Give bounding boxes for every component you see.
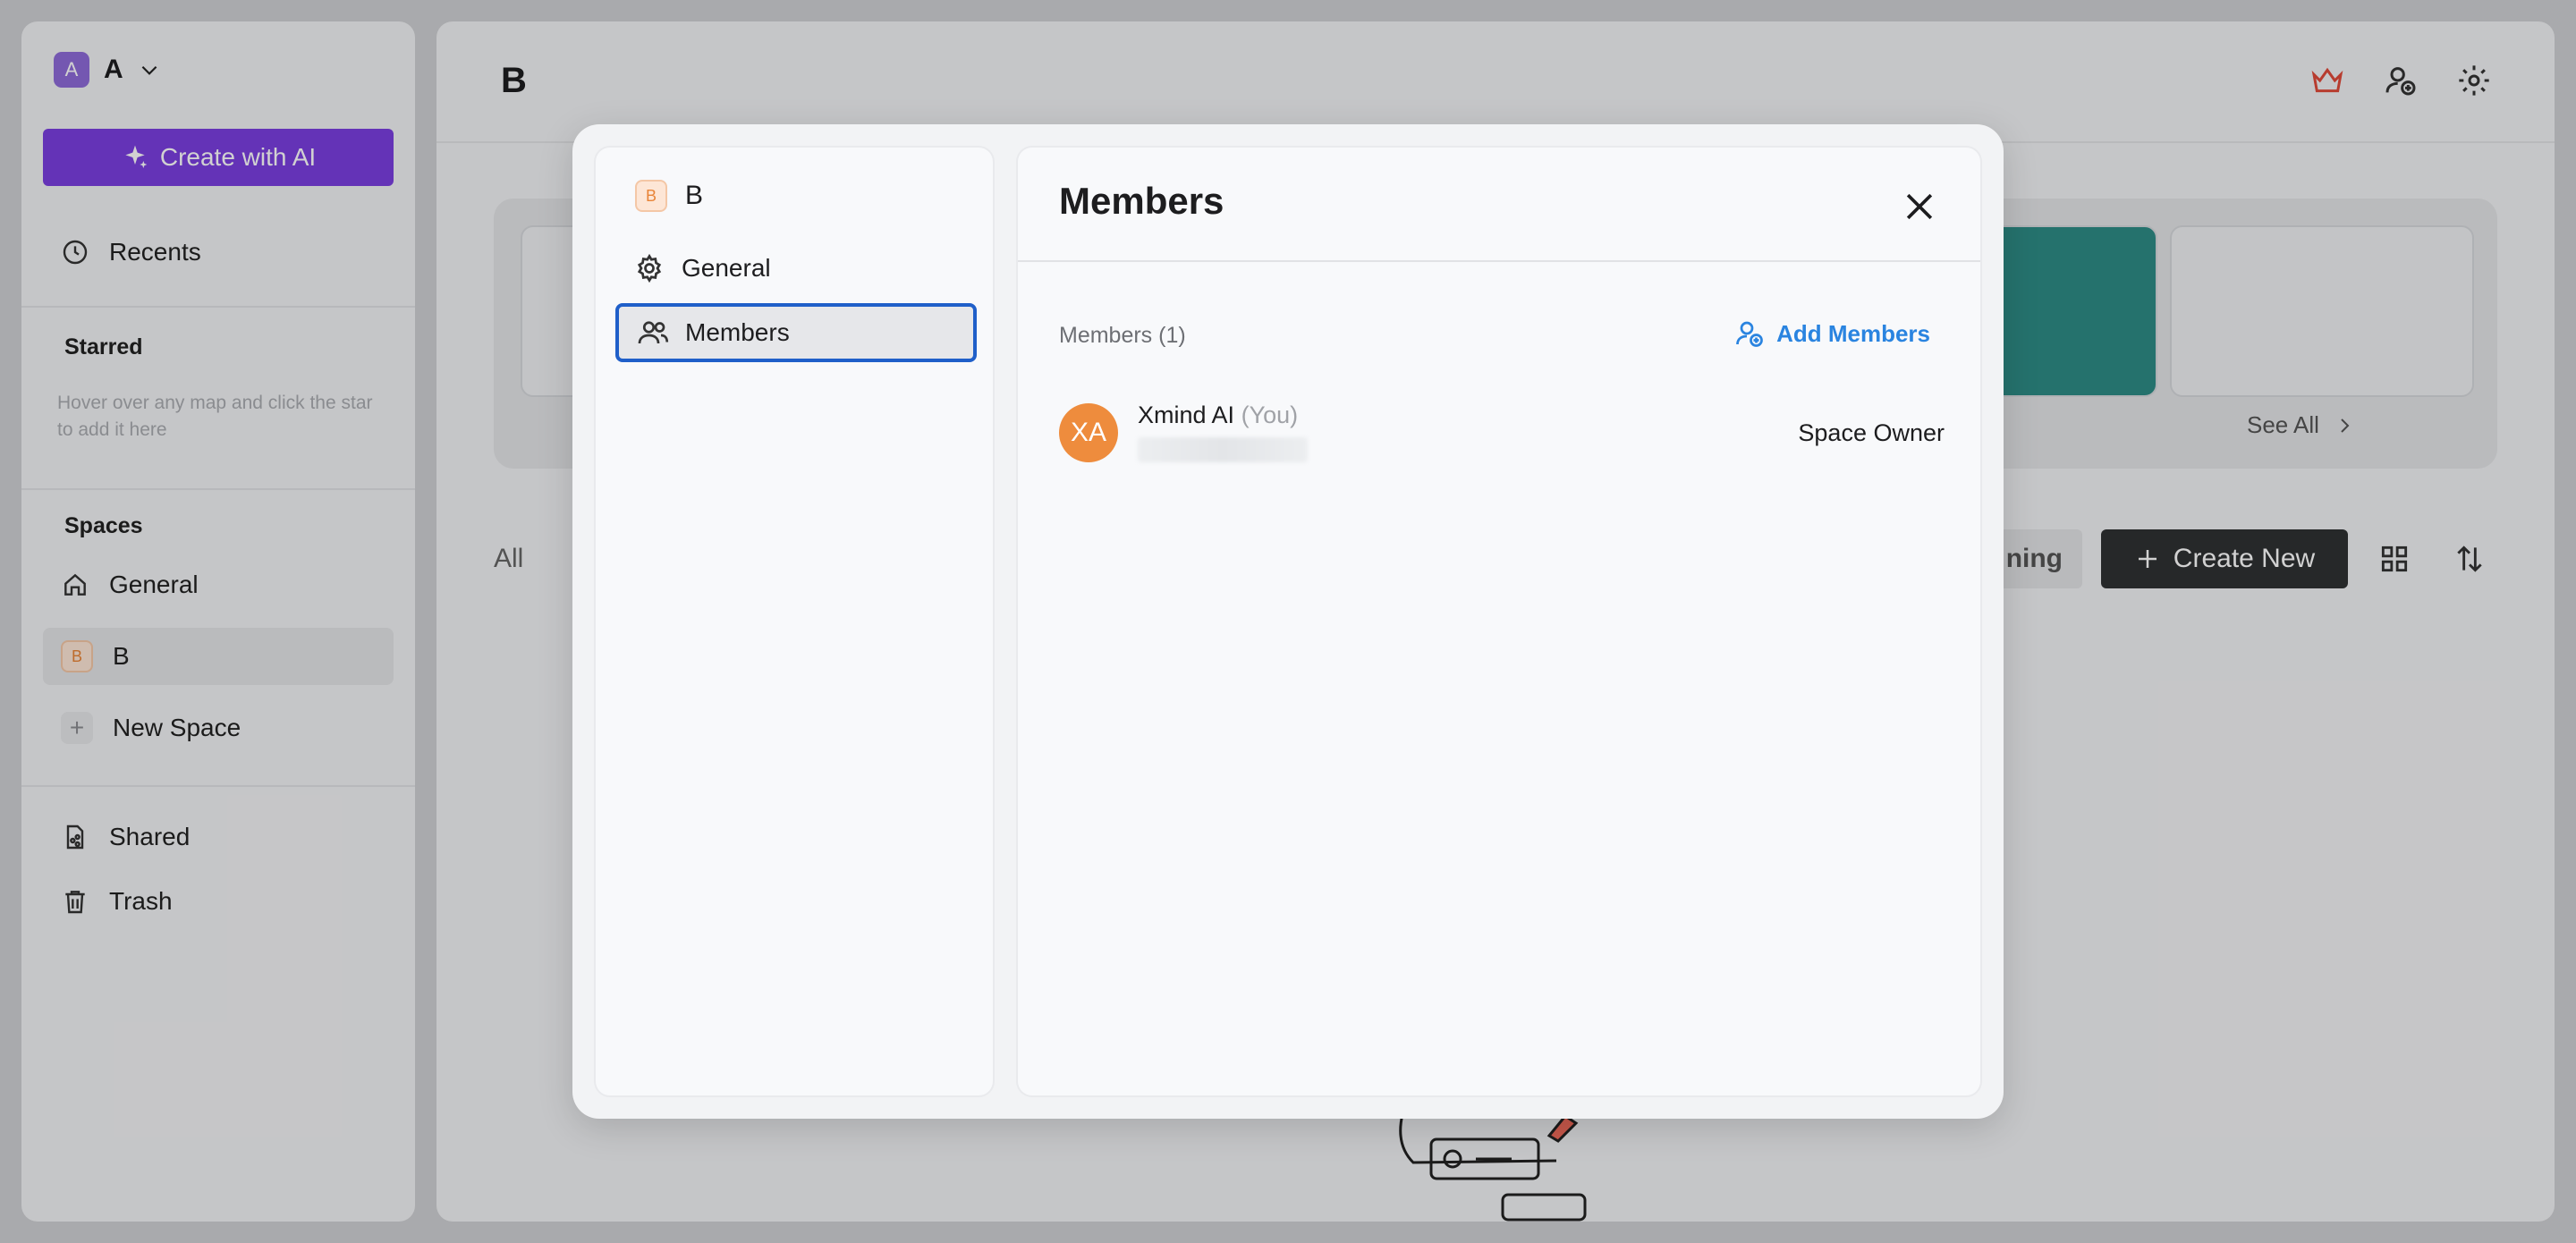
- member-row: XA Xmind AI (You) Space Owner: [1059, 400, 1945, 464]
- members-title: Members: [1059, 180, 1224, 222]
- modal-nav-general[interactable]: General: [615, 239, 977, 298]
- members-count: Members (1): [1059, 323, 1186, 348]
- member-you-tag: (You): [1241, 402, 1299, 428]
- member-name: Xmind AI: [1138, 402, 1235, 428]
- modal-space-name: B: [685, 181, 704, 210]
- space-badge: B: [635, 180, 667, 212]
- add-user-icon: [1736, 321, 1763, 347]
- members-panel: Members Members (1) Add Members XA Xmind…: [1016, 146, 1982, 1097]
- modal-nav-label: Members: [685, 318, 790, 346]
- member-role: Space Owner: [1798, 419, 1945, 446]
- members-icon: [638, 321, 669, 344]
- modal-space-header: B B: [635, 180, 703, 212]
- members-divider: [1018, 260, 1980, 262]
- member-name-line: Xmind AI (You): [1138, 402, 1298, 429]
- add-members-label: Add Members: [1776, 319, 1930, 347]
- member-email-redacted: [1138, 437, 1308, 462]
- modal-nav-members[interactable]: Members: [615, 303, 977, 362]
- avatar: XA: [1059, 403, 1118, 462]
- modal-nav-label: General: [682, 254, 771, 282]
- gear-icon: [637, 253, 662, 283]
- modal-nav: B B General Members: [594, 146, 995, 1097]
- close-icon[interactable]: [1900, 187, 1939, 226]
- add-members-button[interactable]: Add Members: [1733, 317, 1930, 350]
- space-settings-modal: B B General Members Members Members (1) …: [572, 124, 2004, 1119]
